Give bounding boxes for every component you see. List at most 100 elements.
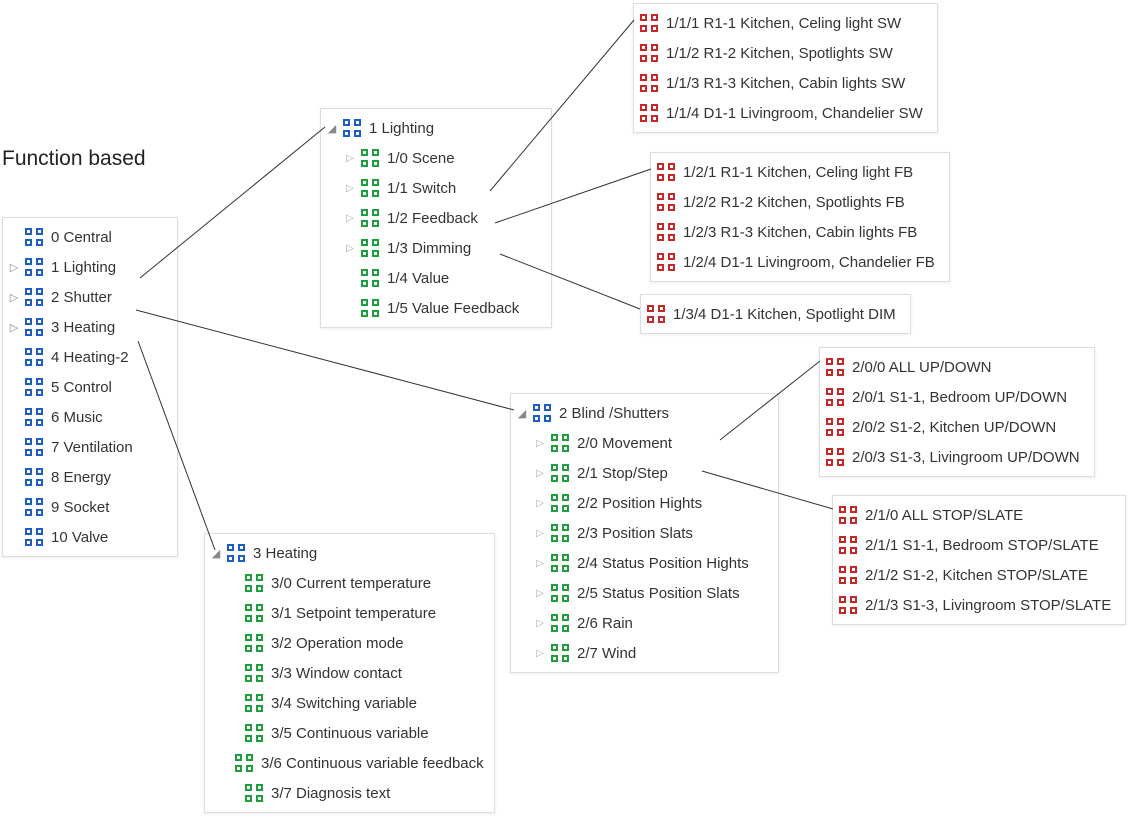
movement-addresses-panel: 2/0/0 ALL UP/DOWN2/0/1 S1-1, Bedroom UP/… — [819, 347, 1095, 477]
expander-icon[interactable]: ◢ — [517, 407, 527, 420]
switch-address-item[interactable]: 1/1/3 R1-3 Kitchen, Cabin lights SW — [638, 68, 929, 98]
tree-item-label: 3/0 Current temperature — [269, 575, 431, 592]
shutters-middle-item[interactable]: ▷2/3 Position Slats — [515, 518, 770, 548]
shutters-header[interactable]: ◢2 Blind /Shutters — [515, 398, 770, 428]
tree-item-label: 2/0 Movement — [575, 435, 672, 452]
shutters-middle-item[interactable]: ▷ 2/0 Movement — [515, 428, 770, 458]
group-icon — [361, 239, 379, 257]
feedback-address-item[interactable]: 1/2/3 R1-3 Kitchen, Cabin lights FB — [655, 217, 941, 247]
lighting-middle-item[interactable]: ▷ 1/3 Dimming — [325, 233, 543, 263]
movement-address-item[interactable]: 2/0/2 S1-2, Kitchen UP/DOWN — [824, 412, 1086, 442]
main-group-item[interactable]: 8 Energy — [7, 462, 169, 492]
group-icon — [551, 644, 569, 662]
main-group-item[interactable]: ▷2 Shutter — [7, 282, 169, 312]
tree-item-label: 3 Heating — [251, 545, 317, 562]
stop-address-item[interactable]: 2/1/2 S1-2, Kitchen STOP/SLATE — [837, 560, 1117, 590]
diagram-title: Function based — [2, 147, 146, 171]
expander-icon[interactable]: ◢ — [211, 547, 221, 560]
expander-icon[interactable]: ▷ — [9, 291, 19, 304]
group-icon — [640, 104, 658, 122]
group-icon — [657, 223, 675, 241]
switch-address-item[interactable]: 1/1/2 R1-2 Kitchen, Spotlights SW — [638, 38, 929, 68]
group-icon — [245, 604, 263, 622]
shutters-middle-item[interactable]: ▷2/5 Status Position Slats — [515, 578, 770, 608]
shutters-panel: ◢2 Blind /Shutters ▷ 2/0 Movement ▷2/1 Stop… — [510, 393, 779, 673]
movement-address-item[interactable]: 2/0/0 ALL UP/DOWN — [824, 352, 1086, 382]
group-icon — [657, 193, 675, 211]
expander-icon[interactable]: ▷ — [535, 468, 545, 479]
heating-middle-item[interactable]: 3/0 Current temperature — [209, 568, 486, 598]
heating-header[interactable]: ◢ 3 Heating — [209, 538, 486, 568]
tree-item-label: 6 Music — [49, 409, 103, 426]
heating-middle-item[interactable]: 3/3 Window contact — [209, 658, 486, 688]
tree-item-label: 1/1 Switch — [385, 180, 456, 197]
heating-panel: ◢ 3 Heating 3/0 Current temperature 3/1 Set… — [204, 533, 495, 813]
main-group-item[interactable]: 6 Music — [7, 402, 169, 432]
heating-middle-item[interactable]: 3/2 Operation mode — [209, 628, 486, 658]
expander-icon[interactable]: ▷ — [9, 261, 19, 274]
heating-middle-item[interactable]: 3/7 Diagnosis text — [209, 778, 486, 808]
expander-icon[interactable]: ▷ — [535, 588, 545, 599]
main-group-item[interactable]: ▷3 Heating — [7, 312, 169, 342]
tree-item-label: 3/5 Continuous variable — [269, 725, 429, 742]
group-icon — [657, 163, 675, 181]
lighting-middle-item[interactable]: 1/5 Value Feedback — [325, 293, 543, 323]
main-group-item[interactable]: 0 Central — [7, 222, 169, 252]
heating-middle-item[interactable]: 3/4 Switching variable — [209, 688, 486, 718]
switch-address-item[interactable]: 1/1/1 R1-1 Kitchen, Celing light SW — [638, 8, 929, 38]
expander-icon[interactable]: ▷ — [535, 558, 545, 569]
expander-icon[interactable]: ▷ — [535, 648, 545, 659]
shutters-middle-item[interactable]: ▷2/2 Position Hights — [515, 488, 770, 518]
shutters-middle-item[interactable]: ▷2/7 Wind — [515, 638, 770, 668]
switch-address-item[interactable]: 1/1/4 D1-1 Livingroom, Chandelier SW — [638, 98, 929, 128]
heating-middle-item[interactable]: 3/6 Continuous variable feedback — [209, 748, 486, 778]
main-group-item[interactable]: ▷1 Lighting — [7, 252, 169, 282]
tree-item-label: 1/3 Dimming — [385, 240, 471, 257]
group-icon — [361, 209, 379, 227]
dimming-address-item[interactable]: 1/3/4 D1-1 Kitchen, Spotlight DIM — [645, 299, 902, 329]
address-label: 1/3/4 D1-1 Kitchen, Spotlight DIM — [671, 306, 896, 323]
lighting-middle-item[interactable]: ▷1/2 Feedback — [325, 203, 543, 233]
group-icon — [533, 404, 551, 422]
stop-address-item[interactable]: 2/1/3 S1-3, Livingroom STOP/SLATE — [837, 590, 1117, 620]
feedback-address-item[interactable]: 1/2/4 D1-1 Livingroom, Chandelier FB — [655, 247, 941, 277]
lighting-header[interactable]: ◢1 Lighting — [325, 113, 543, 143]
expander-icon[interactable]: ▷ — [345, 243, 355, 254]
shutters-middle-item[interactable]: ▷2/4 Status Position Hights — [515, 548, 770, 578]
group-icon — [343, 119, 361, 137]
main-group-item[interactable]: 9 Socket — [7, 492, 169, 522]
heating-middle-item[interactable]: 3/5 Continuous variable — [209, 718, 486, 748]
main-group-item[interactable]: 5 Control — [7, 372, 169, 402]
tree-item-label: 10 Valve — [49, 529, 108, 546]
group-icon — [25, 438, 43, 456]
address-label: 1/1/4 D1-1 Livingroom, Chandelier SW — [664, 105, 923, 122]
group-icon — [551, 494, 569, 512]
expander-icon[interactable]: ▷ — [345, 213, 355, 224]
feedback-address-item[interactable]: 1/2/2 R1-2 Kitchen, Spotlights FB — [655, 187, 941, 217]
lighting-middle-item[interactable]: 1/4 Value — [325, 263, 543, 293]
expander-icon[interactable]: ▷ — [345, 153, 355, 164]
heating-middle-item[interactable]: 3/1 Setpoint temperature — [209, 598, 486, 628]
main-group-item[interactable]: 10 Valve — [7, 522, 169, 552]
movement-address-item[interactable]: 2/0/3 S1-3, Livingroom UP/DOWN — [824, 442, 1086, 472]
expander-icon[interactable]: ▷ — [535, 498, 545, 509]
expander-icon[interactable]: ▷ — [535, 438, 545, 449]
stop-address-item[interactable]: 2/1/0 ALL STOP/SLATE — [837, 500, 1117, 530]
tree-item-label: 1/0 Scene — [385, 150, 455, 167]
lighting-middle-item[interactable]: ▷ 1/0 Scene — [325, 143, 543, 173]
shutters-middle-item[interactable]: ▷2/6 Rain — [515, 608, 770, 638]
feedback-address-item[interactable]: 1/2/1 R1-1 Kitchen, Celing light FB — [655, 157, 941, 187]
main-group-item[interactable]: 7 Ventilation — [7, 432, 169, 462]
main-group-item[interactable]: 4 Heating-2 — [7, 342, 169, 372]
stop-address-item[interactable]: 2/1/1 S1-1, Bedroom STOP/SLATE — [837, 530, 1117, 560]
tree-item-label: 8 Energy — [49, 469, 111, 486]
shutters-middle-item[interactable]: ▷2/1 Stop/Step — [515, 458, 770, 488]
expander-icon[interactable]: ▷ — [345, 183, 355, 194]
expander-icon[interactable]: ▷ — [535, 528, 545, 539]
movement-address-item[interactable]: 2/0/1 S1-1, Bedroom UP/DOWN — [824, 382, 1086, 412]
expander-icon[interactable]: ▷ — [9, 321, 19, 334]
switch-addresses-panel: 1/1/1 R1-1 Kitchen, Celing light SW1/1/2… — [633, 3, 938, 133]
lighting-middle-item[interactable]: ▷ 1/1 Switch — [325, 173, 543, 203]
expander-icon[interactable]: ◢ — [327, 122, 337, 135]
expander-icon[interactable]: ▷ — [535, 618, 545, 629]
